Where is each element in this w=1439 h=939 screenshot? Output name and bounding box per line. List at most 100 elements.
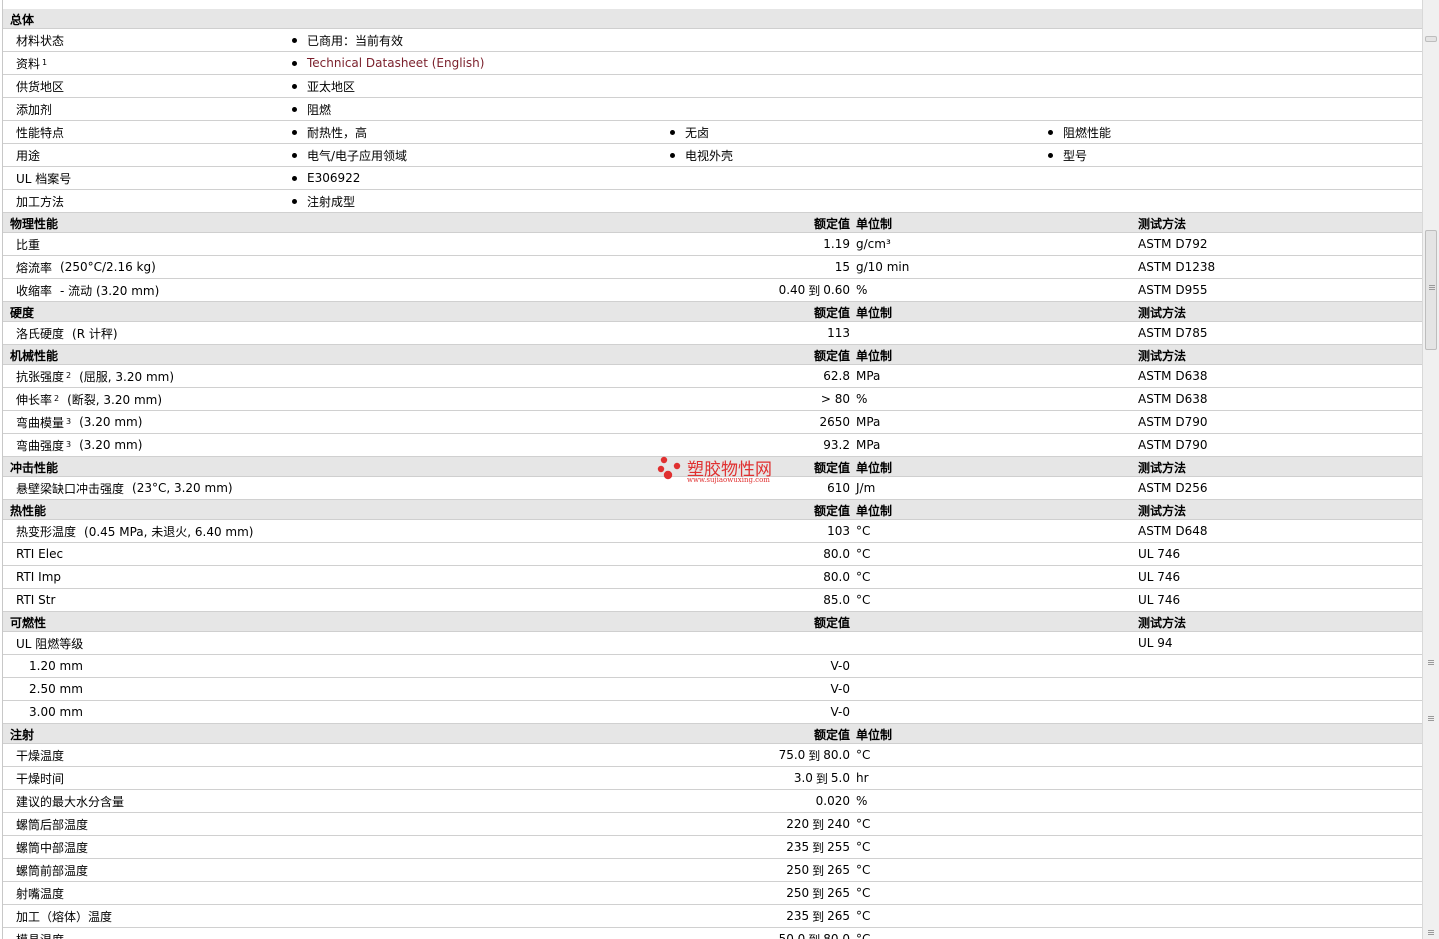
bullet-text: 已商用：当前有效 bbox=[307, 33, 404, 48]
bullet-item: 无卤 bbox=[670, 121, 709, 143]
test-condition: (3.20 mm) bbox=[79, 438, 143, 452]
test-condition: (23°C, 3.20 mm) bbox=[132, 481, 233, 495]
range-to: 240 bbox=[827, 817, 850, 831]
vertical-scrollbar[interactable] bbox=[1422, 0, 1439, 939]
property-label-text: UL 阻燃等级 bbox=[16, 636, 84, 651]
scrollbar-thumb[interactable] bbox=[1425, 230, 1437, 350]
range-to: 265 bbox=[827, 909, 850, 923]
value-text: V-0 bbox=[830, 705, 850, 719]
property-label: 1.20 mm bbox=[29, 655, 83, 677]
range-to: 80.0 bbox=[823, 748, 850, 762]
range-word: 到 bbox=[808, 283, 821, 298]
property-row: 3.00 mm V-0 bbox=[3, 701, 1422, 724]
property-label-text: 热变形温度 bbox=[16, 524, 77, 539]
test-method: ASTM D1238 bbox=[1138, 260, 1216, 274]
property-row: 洛氏硬度 (R 计秤) 113 ASTM D785 bbox=[3, 322, 1422, 345]
property-label: 加工（熔体）温度 bbox=[16, 905, 112, 927]
property-label: 螺筒中部温度 bbox=[16, 836, 88, 858]
unit-value: °C bbox=[856, 593, 871, 607]
range-word: 到 bbox=[812, 909, 825, 924]
property-row: 螺筒中部温度 235 到 255 °C bbox=[3, 836, 1422, 859]
property-label: 资料 1 bbox=[16, 56, 48, 71]
bullet-text: 型号 bbox=[1063, 148, 1088, 163]
bullet-dot-icon bbox=[292, 198, 297, 204]
property-row: 比重 1.19 g/cm³ ASTM D792 bbox=[3, 233, 1422, 256]
unit-value: MPa bbox=[856, 369, 881, 383]
unit-value: °C bbox=[856, 817, 871, 831]
section-title: 硬度 bbox=[10, 306, 35, 320]
property-row: 收缩率 - 流动 (3.20 mm) 0.40 到 0.60% ASTM D955 bbox=[3, 279, 1422, 302]
unit-value: g/10 min bbox=[856, 260, 910, 274]
property-label-text: 干燥温度 bbox=[16, 748, 65, 763]
test-condition: (断裂, 3.20 mm) bbox=[67, 392, 163, 407]
unit-value: °C bbox=[856, 932, 871, 939]
section-header: 硬度 额定值 单位制 测试方法 bbox=[3, 302, 1422, 322]
property-label: 洛氏硬度 (R 计秤) bbox=[16, 322, 118, 344]
bullet-item: 耐热性，高 bbox=[292, 121, 367, 143]
range-to: 5.0 bbox=[830, 771, 850, 785]
general-row: 供货地区 亚太地区 bbox=[3, 75, 1422, 98]
bullet-dot-icon bbox=[292, 83, 297, 89]
bullet-dot-icon bbox=[292, 37, 297, 43]
property-row: RTI Elec 80.0 °C UL 746 bbox=[3, 543, 1422, 566]
range-from: 250 bbox=[786, 863, 810, 877]
value-text: 93.2 bbox=[823, 438, 850, 452]
nominal-value: 0.020 bbox=[816, 790, 850, 812]
value-text: 80.0 bbox=[823, 570, 850, 584]
method-header: 测试方法 bbox=[1138, 616, 1187, 630]
section-header: 可燃性 额定值 测试方法 bbox=[3, 612, 1422, 632]
value-text: 85.0 bbox=[823, 593, 850, 607]
property-label-text: 加工方法 bbox=[16, 194, 65, 209]
property-row: 弯曲模量 3 (3.20 mm) 2650 MPa ASTM D790 bbox=[3, 411, 1422, 434]
property-label: 射嘴温度 bbox=[16, 882, 64, 904]
general-row: 材料状态 已商用：当前有效 bbox=[3, 29, 1422, 52]
property-label: RTI Elec bbox=[16, 543, 63, 565]
property-label: 加工方法 bbox=[16, 190, 64, 212]
value-text: 113 bbox=[827, 326, 850, 340]
nominal-value: 75.0 到 80.0 bbox=[779, 744, 850, 766]
test-method: ASTM D256 bbox=[1138, 481, 1208, 495]
nominal-value: 235 到 255 bbox=[786, 836, 850, 858]
test-method: ASTM D955 bbox=[1138, 283, 1208, 297]
unit-value: % bbox=[856, 794, 868, 808]
property-label: 材料状态 bbox=[16, 29, 64, 51]
bullet-dot-icon bbox=[292, 129, 297, 135]
property-row: 模具温度 50.0到80.0 °C bbox=[3, 928, 1422, 939]
section-header: 热性能 额定值 单位制 测试方法 bbox=[3, 500, 1422, 520]
value-text: 1.19 bbox=[823, 237, 850, 251]
property-label-text: 用途 bbox=[16, 148, 41, 163]
test-method: ASTM D790 bbox=[1138, 438, 1208, 452]
bullet-dot-icon bbox=[292, 175, 297, 181]
nominal-value: 103 bbox=[827, 520, 850, 542]
property-label-text: 射嘴温度 bbox=[16, 886, 65, 901]
property-row: 热变形温度 (0.45 MPa, 未退火, 6.40 mm) 103 °C ASTM D… bbox=[3, 520, 1422, 543]
property-label: 螺筒前部温度 bbox=[16, 859, 88, 881]
bullet-text: 阻燃性能 bbox=[1063, 125, 1112, 140]
unit-value: °C bbox=[856, 840, 871, 854]
bullet-dot-icon bbox=[292, 152, 297, 158]
range-from: 250 bbox=[786, 886, 810, 900]
property-label-text: RTI Str bbox=[16, 593, 56, 607]
test-method: ASTM D648 bbox=[1138, 524, 1208, 538]
range-word: 到 bbox=[815, 771, 828, 786]
nominal-value: 50.0到80.0 bbox=[779, 928, 850, 939]
bullet-text: 耐热性，高 bbox=[307, 125, 368, 140]
range-to: 255 bbox=[827, 840, 850, 854]
range-word: 到 bbox=[812, 886, 825, 901]
nominal-header: 额定值 bbox=[813, 306, 850, 320]
section-title: 机械性能 bbox=[10, 349, 59, 363]
scroll-grip-icon bbox=[1428, 930, 1434, 931]
bullet-item[interactable]: Technical Datasheet (English) bbox=[292, 52, 484, 74]
datasheet-link[interactable]: Technical Datasheet (English) bbox=[307, 56, 484, 70]
property-label-text: 供货地区 bbox=[16, 79, 65, 94]
unit-value: MPa bbox=[856, 415, 881, 429]
nominal-value: 113 bbox=[827, 322, 850, 344]
nominal-value: > 80 bbox=[821, 388, 850, 410]
scroll-marker[interactable] bbox=[1425, 36, 1437, 42]
property-label-text: 干燥时间 bbox=[16, 771, 65, 786]
test-method: ASTM D638 bbox=[1138, 392, 1208, 406]
value-text: 103 bbox=[827, 524, 850, 538]
range-from: 235 bbox=[786, 909, 810, 923]
test-method: UL 746 bbox=[1138, 570, 1181, 584]
test-condition: (250°C/2.16 kg) bbox=[60, 260, 156, 274]
